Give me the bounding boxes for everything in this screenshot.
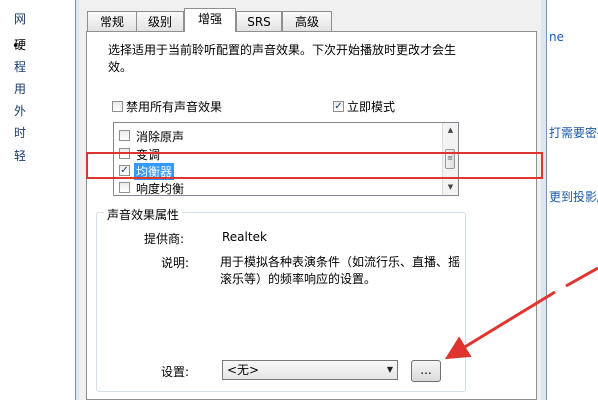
arrow-line — [444, 290, 556, 360]
arrow-line — [565, 266, 598, 288]
annotation-arrows — [444, 266, 598, 360]
